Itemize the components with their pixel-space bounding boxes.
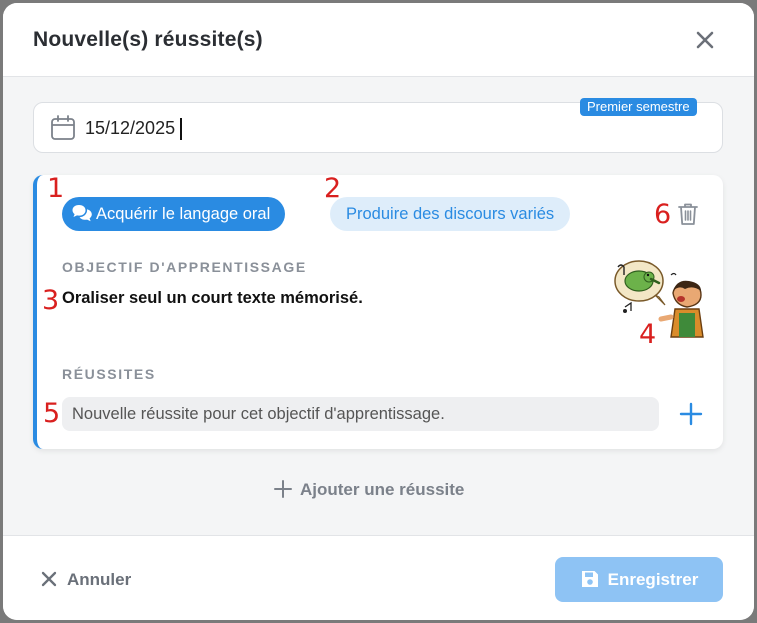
modal-footer: Annuler Enregistrer: [3, 535, 754, 620]
save-icon: [581, 571, 598, 588]
add-success-button[interactable]: Ajouter une réussite: [274, 480, 464, 504]
calendar-icon: [51, 115, 75, 140]
semester-badge: Premier semestre: [580, 98, 697, 116]
modal-header: Nouvelle(s) réussite(s): [3, 3, 754, 77]
objective-text: Oraliser seul un court texte mémorisé.: [62, 289, 363, 307]
tag-label: Acquérir le langage oral: [96, 205, 271, 223]
tag-acquerir-langage-oral[interactable]: Acquérir le langage oral: [62, 197, 286, 231]
annotation-3: 3: [42, 285, 60, 316]
annotation-4: 4: [639, 319, 657, 350]
plus-icon[interactable]: [678, 401, 704, 427]
close-icon: [41, 571, 57, 587]
text-caret: [180, 118, 182, 140]
new-success-modal: Nouvelle(s) réussite(s) Premier semestre…: [3, 3, 754, 620]
date-input[interactable]: [85, 115, 485, 141]
save-label: Enregistrer: [607, 570, 699, 589]
objective-label: OBJECTIF D'APPRENTISSAGE: [62, 259, 307, 275]
modal-title: Nouvelle(s) réussite(s): [33, 28, 263, 51]
annotation-1: 1: [47, 173, 65, 204]
annotation-5: 5: [43, 398, 61, 429]
add-success-label: Ajouter une réussite: [300, 480, 465, 499]
cancel-button[interactable]: Annuler: [41, 570, 131, 590]
annotation-6: 6: [654, 199, 672, 230]
save-button[interactable]: Enregistrer: [555, 557, 723, 602]
objective-card: 1 Acquérir le langage oral 2 Produire de…: [33, 175, 723, 449]
successes-label: RÉUSSITES: [62, 366, 156, 382]
plus-icon: [274, 480, 292, 499]
tag-produire-discours-varies[interactable]: Produire des discours variés: [330, 197, 571, 231]
new-success-input[interactable]: [62, 397, 659, 431]
trash-icon[interactable]: [677, 202, 699, 226]
boy-singing-illustration: [614, 260, 704, 338]
cancel-label: Annuler: [67, 570, 132, 589]
chat-bubbles-icon: [72, 205, 92, 222]
close-icon[interactable]: [693, 28, 717, 52]
